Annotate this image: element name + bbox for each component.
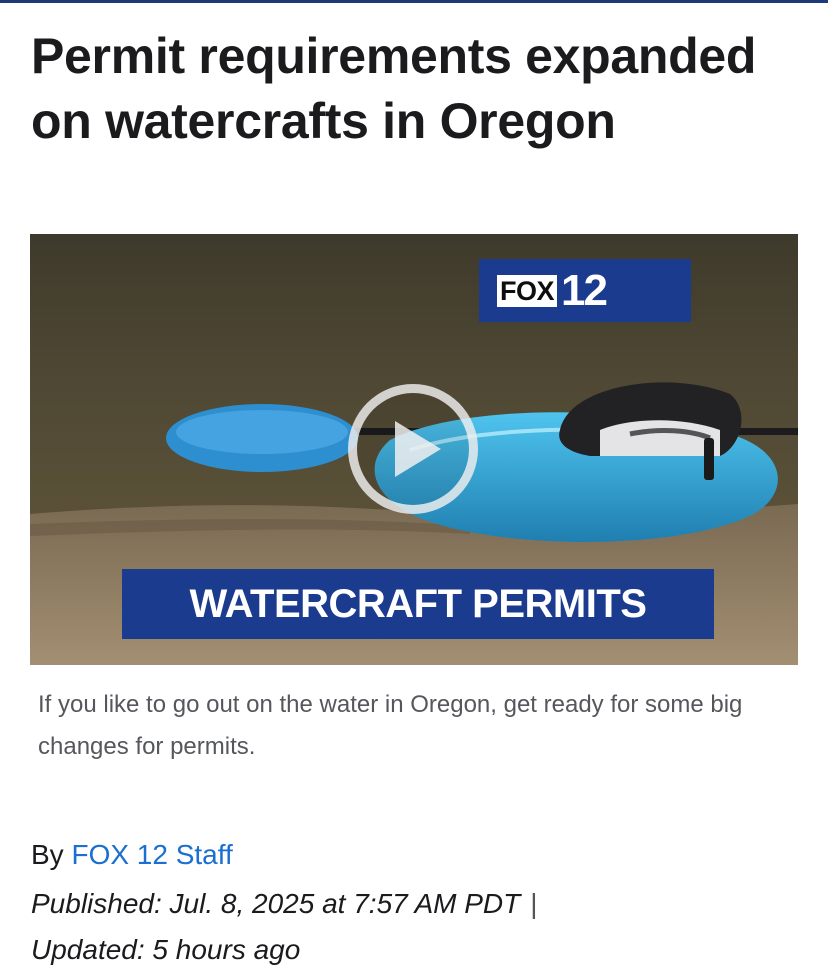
top-rule [0,0,828,3]
meta-separator: | [530,888,538,919]
video-banner: WATERCRAFT PERMITS [122,569,714,639]
article-meta: Published: Jul. 8, 2025 at 7:57 AM PDT | … [31,881,811,973]
logo-fox-text: FOX [497,274,558,307]
logo-number: 12 [561,265,608,315]
play-icon [395,421,441,477]
video-caption: If you like to go out on the water in Or… [38,691,743,760]
fox12-logo: FOX 12 [479,259,691,322]
video-banner-text: WATERCRAFT PERMITS [189,581,647,626]
article-headline: Permit requirements expanded on watercra… [31,28,757,149]
updated-time: Updated: 5 hours ago [31,934,301,965]
play-button[interactable] [348,384,478,514]
byline: By FOX 12 Staff [31,834,801,876]
published-date: Published: Jul. 8, 2025 at 7:57 AM PDT [31,888,521,919]
author-link[interactable]: FOX 12 Staff [71,839,232,870]
byline-prefix: By [31,839,64,870]
video-player[interactable]: FOX 12 WATERCRAFT PERMITS [30,234,798,665]
